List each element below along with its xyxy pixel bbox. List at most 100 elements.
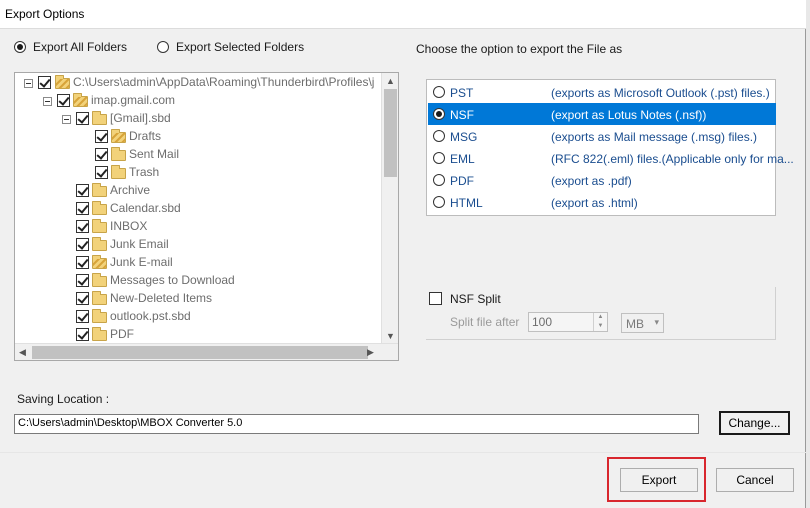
folder-checkbox[interactable] — [76, 202, 89, 215]
folder-tree[interactable]: C:\Users\admin\AppData\Roaming\Thunderbi… — [14, 72, 399, 361]
tree-gmail-row[interactable]: [Gmail].sbd — [15, 109, 385, 127]
split-size-value: 100 — [532, 315, 553, 329]
format-radio[interactable] — [433, 108, 445, 120]
format-radio[interactable] — [433, 196, 445, 208]
format-radio[interactable] — [433, 174, 445, 186]
junk-folder-icon — [92, 255, 107, 269]
folder-label: Junk Email — [110, 237, 169, 251]
folder-checkbox[interactable] — [76, 310, 89, 323]
tree-root-checkbox[interactable] — [38, 76, 51, 89]
tree-folder-row[interactable]: outlook.pst.sbd — [15, 307, 385, 325]
format-radio[interactable] — [433, 130, 445, 142]
format-description: (export as .html) — [551, 196, 638, 210]
cancel-button[interactable]: Cancel — [716, 468, 794, 492]
tree-folder-row[interactable]: Archive — [15, 181, 385, 199]
folder-label: Trash — [129, 165, 160, 179]
split-unit-select[interactable]: MB ▾ — [621, 313, 664, 333]
format-description: (exports as Mail message (.msg) files.) — [551, 130, 758, 144]
export-all-label[interactable]: Export All Folders — [33, 40, 127, 54]
folder-label: PDF — [110, 327, 134, 341]
tree-vertical-scrollbar[interactable]: ▲ ▼ — [381, 73, 398, 344]
format-option-html[interactable]: HTML (export as .html) — [428, 191, 776, 213]
export-as-heading: Choose the option to export the File as — [416, 42, 623, 56]
format-option-pdf[interactable]: PDF (export as .pdf) — [428, 169, 776, 191]
folder-icon — [111, 147, 126, 161]
nsf-split-checkbox[interactable] — [429, 292, 442, 305]
gmail-checkbox[interactable] — [76, 112, 89, 125]
folder-icon — [92, 309, 107, 323]
tree-folder-row[interactable]: Calendar.sbd — [15, 199, 385, 217]
format-radio[interactable] — [433, 86, 445, 98]
horizontal-scroll-thumb[interactable] — [32, 346, 368, 359]
folder-label: Calendar.sbd — [110, 201, 181, 215]
folder-checkbox[interactable] — [76, 184, 89, 197]
folder-label: Drafts — [129, 129, 162, 143]
format-option-pst[interactable]: PST (exports as Microsoft Outlook (.pst)… — [428, 81, 776, 103]
stepper-arrows-icon[interactable]: ▲ ▼ — [593, 313, 607, 331]
folder-label: Messages to Download — [110, 273, 235, 287]
tree-folder-row[interactable]: Junk E-mail — [15, 253, 385, 271]
folder-icon — [92, 201, 107, 215]
export-format-list[interactable]: PST (exports as Microsoft Outlook (.pst)… — [426, 79, 794, 216]
tree-folder-row[interactable]: New-Deleted Items — [15, 289, 385, 307]
scroll-up-icon[interactable]: ▲ — [386, 76, 395, 86]
format-name: EML — [450, 152, 475, 166]
scroll-right-icon[interactable]: ▶ — [367, 347, 374, 357]
folder-icon — [92, 183, 107, 197]
collapse-icon[interactable] — [24, 79, 33, 88]
change-location-button[interactable]: Change... — [719, 411, 790, 435]
folder-label: Sent Mail — [129, 147, 180, 161]
saving-path-field[interactable]: C:\Users\admin\Desktop\MBOX Converter 5.… — [14, 414, 699, 434]
format-option-eml[interactable]: EML (RFC 822(.eml) files.(Applicable onl… — [428, 147, 794, 169]
format-name: MSG — [450, 130, 478, 144]
format-option-msg[interactable]: MSG (exports as Mail message (.msg) file… — [428, 125, 776, 147]
export-selected-radio[interactable] — [157, 41, 169, 53]
format-radio[interactable] — [433, 152, 445, 164]
tree-folder-row[interactable]: INBOX — [15, 217, 385, 235]
folder-label: New-Deleted Items — [110, 291, 213, 305]
collapse-icon[interactable] — [43, 97, 52, 106]
folder-checkbox[interactable] — [76, 292, 89, 305]
vertical-scroll-thumb[interactable] — [384, 89, 397, 177]
split-after-label: Split file after — [450, 315, 520, 329]
title-bar: Export Options — [0, 0, 806, 29]
export-selected-label[interactable]: Export Selected Folders — [176, 40, 304, 54]
tree-root-row[interactable]: C:\Users\admin\AppData\Roaming\Thunderbi… — [15, 73, 385, 91]
tree-folder-row[interactable]: Drafts — [15, 127, 385, 145]
folder-checkbox[interactable] — [76, 274, 89, 287]
tree-folder-row[interactable]: Junk Email — [15, 235, 385, 253]
divider — [0, 452, 806, 453]
account-checkbox[interactable] — [57, 94, 70, 107]
folder-icon — [92, 111, 107, 125]
export-all-radio[interactable] — [14, 41, 26, 53]
folder-checkbox[interactable] — [95, 166, 108, 179]
dialog-title: Export Options — [5, 7, 85, 21]
folder-checkbox[interactable] — [76, 238, 89, 251]
tree-folder-row[interactable]: Messages to Download — [15, 271, 385, 289]
format-description: (RFC 822(.eml) files.(Applicable only fo… — [551, 152, 794, 166]
format-name: PDF — [450, 174, 474, 188]
tree-folder-row[interactable]: Trash — [15, 163, 385, 181]
folder-checkbox[interactable] — [95, 148, 108, 161]
nsf-split-label[interactable]: NSF Split — [450, 292, 501, 306]
folder-checkbox[interactable] — [76, 328, 89, 341]
tree-folder-row[interactable]: Sent Mail — [15, 145, 385, 163]
format-description: (export as .pdf) — [551, 174, 632, 188]
folder-label: outlook.pst.sbd — [110, 309, 191, 323]
format-name: HTML — [450, 196, 483, 210]
format-option-nsf[interactable]: NSF (export as Lotus Notes (.nsf)) — [428, 103, 776, 125]
split-size-stepper[interactable]: 100 ▲ ▼ — [528, 312, 608, 332]
folder-checkbox[interactable] — [95, 130, 108, 143]
folder-checkbox[interactable] — [76, 220, 89, 233]
folder-checkbox[interactable] — [76, 256, 89, 269]
tree-account-row[interactable]: imap.gmail.com — [15, 91, 385, 109]
folder-label: INBOX — [110, 219, 148, 233]
scroll-left-icon[interactable]: ◀ — [19, 347, 26, 357]
chevron-down-icon: ▾ — [654, 317, 659, 327]
folder-label: Junk E-mail — [110, 255, 173, 269]
folder-icon — [92, 237, 107, 251]
scroll-down-icon[interactable]: ▼ — [386, 331, 395, 341]
tree-horizontal-scrollbar[interactable]: ◀ ▶ — [15, 343, 398, 360]
tree-folder-row[interactable]: PDF — [15, 325, 385, 343]
collapse-icon[interactable] — [62, 115, 71, 124]
